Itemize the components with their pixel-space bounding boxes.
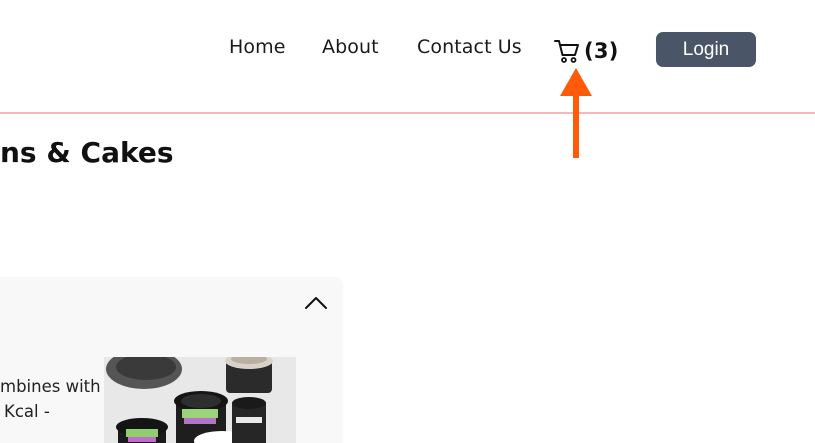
section-heading: ns & Cakes <box>0 136 174 169</box>
product-image <box>104 357 296 443</box>
nav-contact-link[interactable]: Contact Us <box>417 36 522 58</box>
card-description-line: Kcal - <box>4 402 50 421</box>
site-header: Home About Contact Us (3) Login <box>0 0 815 114</box>
cart-icon <box>554 40 579 63</box>
nav-about-link[interactable]: About <box>322 36 379 58</box>
chevron-up-icon[interactable] <box>303 291 329 313</box>
page: Home About Contact Us (3) Login ns & Cak… <box>0 0 815 443</box>
product-photo <box>104 357 296 443</box>
cart-count: (3) <box>584 39 619 63</box>
card-description-line: mbines with <box>0 377 101 396</box>
annotation-arrow <box>560 68 592 158</box>
login-button[interactable]: Login <box>656 32 756 67</box>
nav-home-link[interactable]: Home <box>229 36 286 58</box>
card-description: mbines with Kcal - <box>0 374 101 424</box>
cart-button[interactable]: (3) <box>553 36 619 66</box>
